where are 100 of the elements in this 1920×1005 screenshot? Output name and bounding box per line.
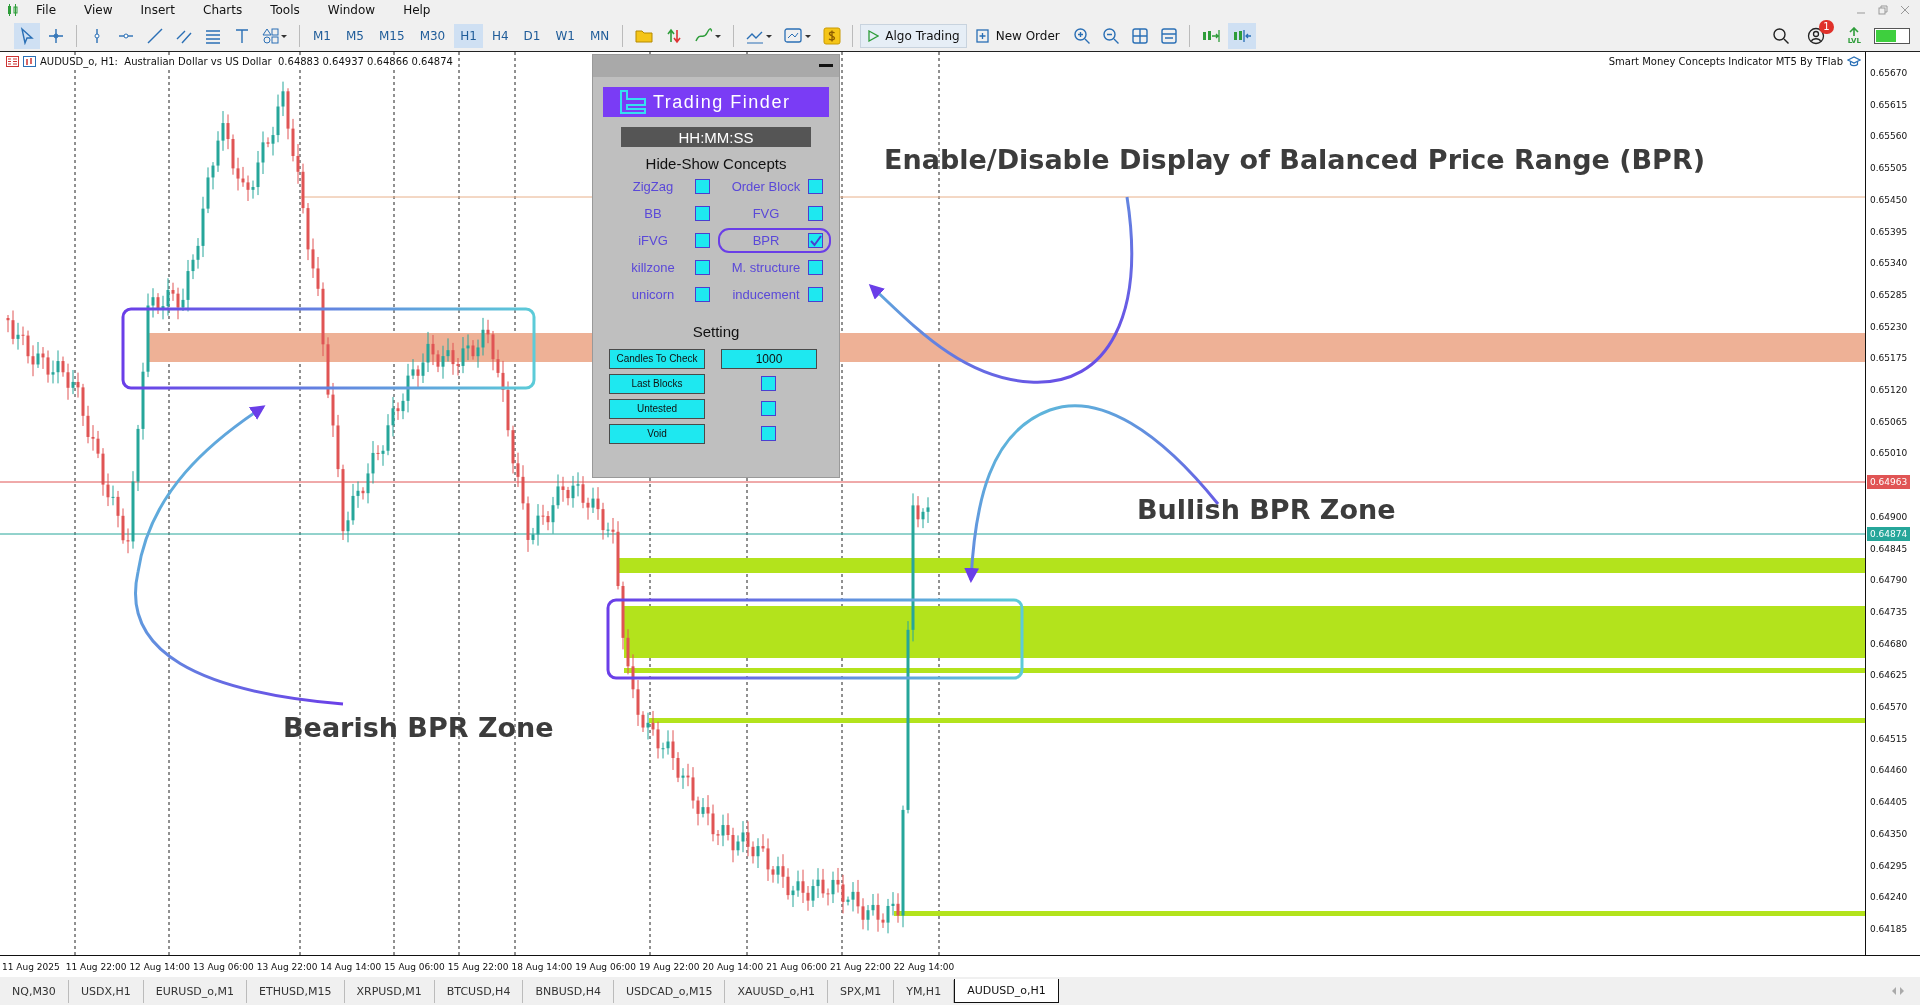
chart-tab[interactable]: NQ,M30 <box>0 979 69 1003</box>
price-label: 0.64295 <box>1870 859 1908 873</box>
price-label: 0.65505 <box>1870 162 1908 176</box>
chart-tab[interactable]: AUDUSD_o,H1 <box>954 979 1059 1003</box>
logo-icon <box>619 89 647 115</box>
new-order-button[interactable]: New Order <box>969 24 1066 47</box>
checkbox[interactable] <box>695 260 710 275</box>
chart-tab[interactable]: BTCUSD,H4 <box>434 979 524 1003</box>
chart-tab[interactable]: XAUUSD_o,H1 <box>725 979 828 1003</box>
connection-meter-icon <box>1874 27 1910 44</box>
chart-shift-icon[interactable] <box>1227 22 1256 49</box>
checkbox[interactable] <box>808 179 823 194</box>
clock-display: HH:MM:SS <box>621 127 811 147</box>
setting-button[interactable]: Last Blocks <box>609 373 705 394</box>
price-label: 0.64735 <box>1870 605 1908 619</box>
price-tag: 0.64874 <box>1867 527 1911 541</box>
checkbox[interactable] <box>761 376 776 391</box>
chart-list-icon[interactable] <box>6 56 19 67</box>
concept-label: ZigZag <box>631 179 675 194</box>
up-arrow-icon[interactable] <box>1848 26 1861 37</box>
logo-text: Trading Finder <box>653 91 791 113</box>
chart-tab[interactable]: XRPUSD,M1 <box>344 979 435 1003</box>
timeframe-button[interactable]: M5 <box>340 23 370 48</box>
timeframe-button[interactable]: H1 <box>454 23 483 48</box>
price-label: 0.65175 <box>1870 352 1908 366</box>
time-label: 13 Aug 22:00 <box>256 961 319 972</box>
menu-item[interactable]: View <box>72 3 125 17</box>
algo-trading-button[interactable]: Algo Trading <box>860 23 967 48</box>
chart-tab[interactable]: USDX,H1 <box>68 979 144 1003</box>
time-label: 15 Aug 22:00 <box>447 961 510 972</box>
setting-button[interactable]: Untested <box>609 398 705 419</box>
time-label: 18 Aug 14:00 <box>511 961 574 972</box>
checkbox[interactable] <box>808 287 823 302</box>
timeframe-button[interactable]: M1 <box>307 23 337 48</box>
concept-label: BPR <box>751 233 781 248</box>
price-label: 0.65285 <box>1870 288 1908 302</box>
time-label: 21 Aug 22:00 <box>829 961 892 972</box>
timeframe-button[interactable]: M15 <box>373 23 411 48</box>
price-label: 0.64845 <box>1870 542 1908 556</box>
account-icon[interactable] <box>1806 26 1825 45</box>
cursor-icon[interactable] <box>14 22 40 49</box>
checkbox[interactable] <box>808 260 823 275</box>
section-title: Hide-Show Concepts <box>644 155 788 172</box>
time-label: 11 Aug 22:00 <box>65 961 128 972</box>
concept-label: inducement <box>731 287 801 302</box>
graduation-cap-icon <box>1847 56 1861 67</box>
menu-item[interactable]: Help <box>391 3 443 17</box>
menu-item[interactable]: File <box>24 3 69 17</box>
time-label: 13 Aug 06:00 <box>193 961 255 972</box>
menu-item[interactable]: Insert <box>128 3 187 17</box>
price-label: 0.64460 <box>1870 764 1908 778</box>
close-icon[interactable] <box>1900 5 1910 15</box>
concept-label: Order Block <box>730 179 802 194</box>
price-label: 0.64680 <box>1870 637 1908 651</box>
checkbox[interactable] <box>808 206 823 221</box>
timeframe-button[interactable]: D1 <box>517 23 547 48</box>
chart-tab[interactable]: ETHUSD,M15 <box>247 979 345 1003</box>
price-label: 0.65670 <box>1870 67 1908 80</box>
timeframe-button[interactable]: W1 <box>549 23 581 48</box>
menu-item[interactable]: Window <box>315 3 388 17</box>
setting-button[interactable]: Candles To Check <box>609 348 705 369</box>
checkbox[interactable] <box>695 179 710 194</box>
price-label: 0.65340 <box>1870 257 1908 271</box>
checkbox[interactable] <box>695 206 710 221</box>
play-icon <box>867 29 880 42</box>
checkbox[interactable] <box>761 401 776 416</box>
timeframe-button[interactable]: H4 <box>485 23 515 48</box>
chart-tab[interactable]: BNBUSD,H4 <box>523 979 614 1003</box>
input-field[interactable]: 1000 <box>721 348 817 369</box>
price-tag: 0.64963 <box>1867 475 1911 489</box>
concept-label: BB <box>643 206 663 221</box>
time-label: 20 Aug 14:00 <box>702 961 765 972</box>
checkbox[interactable] <box>808 233 823 248</box>
chart-tab[interactable]: SPX,M1 <box>828 979 895 1003</box>
chart-tab[interactable]: USDCAD_o,M15 <box>614 979 726 1003</box>
app-logo-icon <box>6 3 20 17</box>
price-label: 0.65450 <box>1870 193 1908 207</box>
minimize-icon[interactable] <box>819 64 833 68</box>
checkbox[interactable] <box>695 287 710 302</box>
timeframe-button[interactable]: M30 <box>413 23 452 48</box>
concept-label: unicorn <box>630 287 676 302</box>
price-label: 0.64350 <box>1870 827 1908 841</box>
price-label: 0.65010 <box>1870 447 1908 461</box>
indicator-name: Smart Money Concepts Indicator MT5 By TFlab <box>1608 56 1843 67</box>
price-label: 0.65560 <box>1870 130 1908 144</box>
chart-tab[interactable]: EURUSD_o,M1 <box>143 979 248 1003</box>
annotation-text: Enable/Disable Display of Balanced Price Range (BPR) <box>884 144 1706 175</box>
checkbox[interactable] <box>695 233 710 248</box>
setting-button[interactable]: Void <box>609 423 705 444</box>
menu-item[interactable]: Charts <box>191 3 255 17</box>
price-label: 0.64405 <box>1870 796 1908 810</box>
checkbox[interactable] <box>761 426 776 441</box>
time-label: 11 Aug 2025 <box>2 961 61 972</box>
price-label: 0.64900 <box>1870 510 1908 524</box>
price-label: 0.65615 <box>1870 98 1908 112</box>
time-label: 15 Aug 06:00 <box>384 961 446 972</box>
menu-item[interactable]: Tools <box>258 3 312 17</box>
chart-icon[interactable] <box>23 56 36 67</box>
price-label: 0.65065 <box>1870 415 1908 429</box>
timeframe-button[interactable]: MN <box>583 23 616 48</box>
